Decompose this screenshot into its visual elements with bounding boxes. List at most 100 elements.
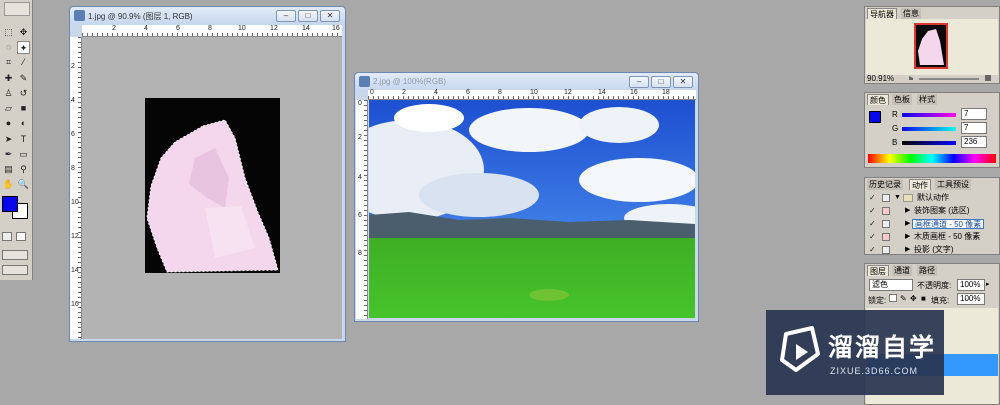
action-row[interactable]: ✓ ▶ 投影 (文字) (865, 244, 999, 256)
tab-history[interactable]: 历史记录 (867, 179, 903, 190)
expand-triangle-icon[interactable]: ▼ (894, 192, 901, 204)
doc1-title: 1.jpg @ 90.9% (图层 1, RGB) (88, 12, 193, 21)
healing-brush-icon[interactable]: ✚ (2, 72, 15, 85)
doc1-image[interactable] (145, 98, 280, 273)
crop-icon[interactable]: ⌗ (2, 56, 15, 69)
channel-r-slider[interactable] (902, 113, 956, 117)
doc2-maximize-button[interactable]: □ (651, 76, 671, 88)
tab-channels[interactable]: 通道 (892, 265, 912, 276)
navigator-zoom-slider[interactable] (919, 78, 979, 80)
quick-mask-icon[interactable] (16, 232, 26, 241)
checkmark-icon[interactable]: ✓ (869, 244, 877, 256)
navigator-zoom-value[interactable]: 90.91% (867, 74, 894, 83)
history-brush-icon[interactable]: ↺ (17, 87, 30, 100)
type-icon[interactable]: T (17, 133, 30, 146)
tab-styles[interactable]: 样式 (917, 94, 937, 105)
gradient-icon[interactable]: ■ (17, 102, 30, 115)
tab-paths[interactable]: 路径 (917, 265, 937, 276)
color-spectrum-bar[interactable] (868, 154, 996, 163)
action-row[interactable]: ✓ ▶ 装饰图案 (选区) (865, 205, 999, 217)
shape-icon[interactable]: ▭ (17, 148, 30, 161)
blend-mode-select[interactable]: 滤色 (869, 279, 913, 291)
lock-all-icon[interactable]: ■ (921, 294, 926, 303)
channel-g-input[interactable]: 7 (961, 122, 987, 134)
zoom-in-icon[interactable] (985, 75, 991, 81)
checkmark-icon[interactable]: ✓ (869, 192, 877, 204)
ruler-label: 4 (358, 174, 362, 181)
navigator-thumbnail[interactable] (914, 23, 948, 69)
document-window-1[interactable]: 1.jpg @ 90.9% (图层 1, RGB) – □ ✕ 2 4 6 8 … (69, 6, 346, 342)
doc2-minimize-button[interactable]: – (629, 76, 649, 88)
tab-info[interactable]: 信息 (901, 8, 921, 19)
doc1-titlebar[interactable]: 1.jpg @ 90.9% (图层 1, RGB) – □ ✕ (70, 7, 345, 25)
fill-input[interactable]: 100% (957, 293, 985, 305)
standard-mode-icon[interactable] (2, 232, 12, 241)
doc1-maximize-button[interactable]: □ (298, 10, 318, 22)
tab-tool-presets[interactable]: 工具预设 (935, 179, 971, 190)
move-icon[interactable]: ✥ (17, 26, 30, 39)
magic-wand-icon[interactable]: ✦ (17, 41, 30, 54)
opacity-input[interactable]: 100% (957, 279, 985, 291)
action-row[interactable]: ✓ ▶ 木质画框 - 50 像素 (865, 231, 999, 243)
notes-icon[interactable]: ▤ (2, 163, 15, 176)
lock-transparency-icon[interactable] (889, 294, 897, 302)
tools-header-icon[interactable] (4, 2, 30, 16)
hand-icon[interactable]: ✋ (2, 178, 15, 191)
slice-icon[interactable]: ⁄ (17, 56, 30, 69)
checkmark-icon[interactable]: ✓ (869, 218, 877, 230)
dialog-toggle-icon[interactable] (882, 207, 890, 215)
tab-navigator[interactable]: 导航器 (867, 8, 897, 19)
eraser-icon[interactable]: ▱ (2, 102, 15, 115)
collapse-triangle-icon[interactable]: ▶ (905, 205, 910, 217)
doc2-titlebar[interactable]: 2.jpg @ 100%(RGB) – □ ✕ (355, 73, 698, 91)
collapse-triangle-icon[interactable]: ▶ (905, 231, 910, 243)
pen-icon[interactable]: ✒ (2, 148, 15, 161)
ruler-label: 16 (332, 25, 340, 32)
jump-to-imageready-icon[interactable] (2, 265, 28, 275)
doc1-close-button[interactable]: ✕ (320, 10, 340, 22)
doc1-minimize-button[interactable]: – (276, 10, 296, 22)
zoom-icon[interactable]: 🔍 (17, 178, 30, 191)
tab-color[interactable]: 颜色 (867, 94, 889, 105)
blur-icon[interactable]: ● (2, 117, 15, 130)
brush-icon[interactable]: ✎ (17, 72, 30, 85)
document-window-2[interactable]: 2.jpg @ 100%(RGB) – □ ✕ 0 2 4 6 8 10 12 … (354, 72, 699, 322)
channel-g-slider[interactable] (902, 127, 956, 131)
marquee-icon[interactable]: ⬚ (2, 26, 15, 39)
dialog-toggle-icon[interactable] (882, 194, 890, 202)
tab-actions[interactable]: 动作 (909, 179, 931, 190)
opacity-label: 不透明度: (917, 281, 952, 290)
clone-stamp-icon[interactable]: ♙ (2, 87, 15, 100)
dialog-toggle-icon[interactable] (882, 220, 890, 228)
zoom-out-icon[interactable] (909, 76, 913, 80)
collapse-triangle-icon[interactable]: ▶ (905, 244, 910, 256)
channel-b-input[interactable]: 236 (961, 136, 987, 148)
ruler-label: 14 (302, 25, 310, 32)
dialog-toggle-icon[interactable] (882, 246, 890, 254)
collapse-triangle-icon[interactable]: ▶ (905, 218, 910, 230)
foreground-color-swatch[interactable] (2, 196, 18, 212)
ruler-label: 10 (530, 89, 538, 96)
dodge-icon[interactable]: ◐ (17, 117, 30, 130)
checkmark-icon[interactable]: ✓ (869, 205, 877, 217)
channel-b-slider[interactable] (902, 141, 956, 145)
lock-move-icon[interactable]: ✥ (910, 294, 917, 303)
checkmark-icon[interactable]: ✓ (869, 231, 877, 243)
tab-layers[interactable]: 图层 (867, 265, 889, 276)
action-set-row[interactable]: ✓ ▼ 默认动作 (865, 192, 999, 204)
doc1-canvas-area[interactable] (82, 37, 342, 339)
screen-mode-icon[interactable] (2, 250, 28, 260)
lasso-icon[interactable]: ◌ (2, 41, 15, 54)
lock-brush-icon[interactable]: ✎ (900, 294, 907, 303)
eyedropper-icon[interactable]: ⚲ (17, 163, 30, 176)
doc2-image[interactable] (369, 100, 695, 318)
action-row-selected[interactable]: ✓ ▶ 画框通道 - 50 像素 (865, 218, 999, 230)
ruler-label: 8 (208, 25, 212, 32)
color-fg-swatch[interactable] (869, 111, 881, 123)
channel-r-input[interactable]: 7 (961, 108, 987, 120)
dialog-toggle-icon[interactable] (882, 233, 890, 241)
opacity-arrow-icon[interactable]: ▸ (986, 280, 990, 288)
doc2-close-button[interactable]: ✕ (673, 76, 693, 88)
tab-swatches[interactable]: 色板 (892, 94, 912, 105)
path-select-icon[interactable]: ➤ (2, 133, 15, 146)
